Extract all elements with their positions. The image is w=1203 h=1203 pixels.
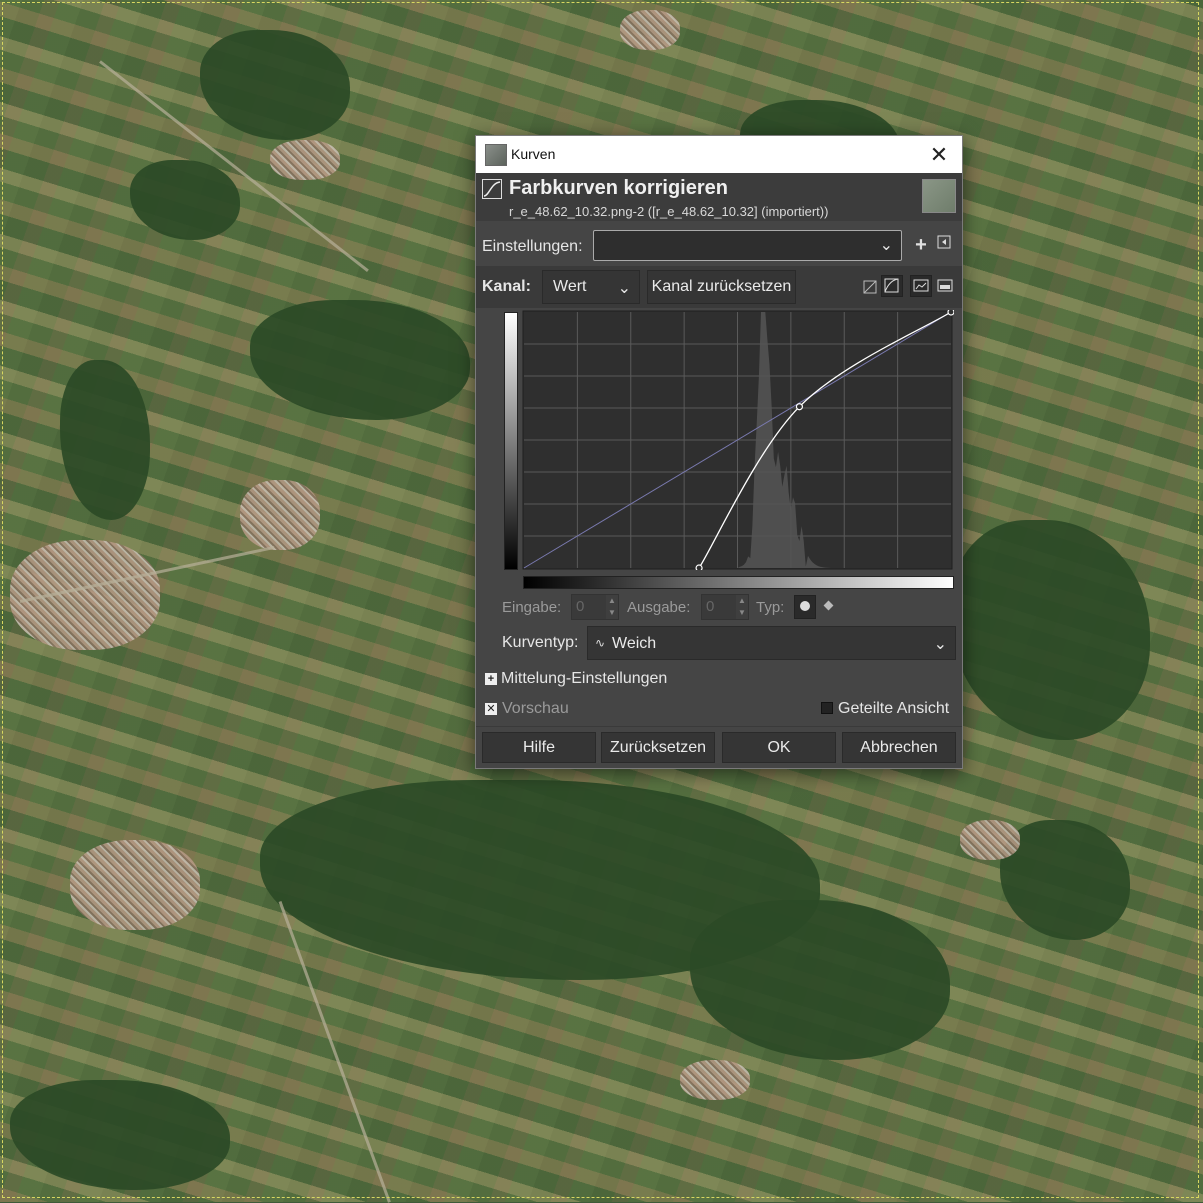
- village: [960, 820, 1020, 860]
- image-name: r_e_48.62_10.32.png-2 ([r_e_48.62_10.32]…: [509, 204, 829, 219]
- curve-type-label: Kurventyp:: [502, 634, 579, 651]
- dialog-heading: Farbkurven korrigieren: [509, 177, 728, 199]
- control-point[interactable]: [947, 310, 954, 316]
- histogram-view-button[interactable]: [935, 276, 957, 298]
- log-histogram-icon: [913, 279, 929, 292]
- linear-histogram-icon: [863, 280, 877, 294]
- chevron-down-icon: ⌄: [879, 237, 893, 254]
- forest-area: [250, 300, 470, 420]
- curve-editor[interactable]: [522, 310, 954, 570]
- preview-label: Vorschau: [502, 700, 569, 717]
- linear-histogram-button[interactable]: [860, 276, 882, 298]
- smooth-curve-icon: ∿: [595, 636, 606, 650]
- reset-button[interactable]: Zurücksetzen: [601, 732, 715, 763]
- spin-arrows-icon[interactable]: ▲ ▼: [736, 595, 748, 619]
- close-button[interactable]: ✕: [916, 136, 962, 173]
- image-thumbnail: [922, 179, 956, 213]
- type-label: Typ:: [756, 599, 785, 616]
- reset-channel-button[interactable]: Kanal zurücksetzen: [647, 270, 796, 304]
- village: [10, 540, 160, 650]
- curves-icon: [482, 179, 502, 199]
- village: [70, 840, 200, 930]
- round-point-icon: [800, 601, 810, 611]
- input-spinner[interactable]: 0 ▲ ▼: [571, 594, 619, 620]
- footer-divider: [476, 726, 962, 727]
- village: [620, 10, 680, 50]
- expand-averaging-icon[interactable]: +: [485, 673, 497, 685]
- forest-area: [10, 1080, 230, 1190]
- chevron-down-icon: ⌄: [617, 280, 631, 297]
- forest-area: [130, 160, 240, 240]
- spin-arrows-icon[interactable]: ▲ ▼: [606, 595, 618, 619]
- corner-point-button[interactable]: [821, 598, 837, 614]
- title-bar[interactable]: Kurven ✕: [476, 136, 962, 173]
- ok-button[interactable]: OK: [722, 732, 836, 763]
- settings-label: Einstellungen:: [482, 238, 583, 255]
- preset-menu-button[interactable]: [933, 234, 955, 256]
- village: [270, 140, 340, 180]
- output-spinner[interactable]: 0 ▲ ▼: [701, 594, 749, 620]
- curves-dialog: Kurven ✕ Farbkurven korrigieren r_e_48.6…: [475, 135, 963, 769]
- plus-icon: +: [915, 234, 927, 256]
- split-view-checkbox[interactable]: [821, 702, 833, 714]
- help-button[interactable]: Hilfe: [482, 732, 596, 763]
- diamond-point-icon: [823, 600, 834, 611]
- control-point[interactable]: [795, 403, 804, 411]
- curve-mode-icon: [884, 278, 899, 293]
- app-icon: [485, 144, 507, 166]
- histogram-icon: [937, 279, 953, 292]
- output-gradient-bar: [504, 312, 518, 570]
- village: [240, 480, 320, 550]
- forest-area: [60, 360, 150, 520]
- preview-checkbox[interactable]: ✕: [485, 703, 497, 715]
- dialog-header: Farbkurven korrigieren r_e_48.62_10.32.p…: [476, 173, 962, 221]
- cancel-button[interactable]: Abbrechen: [842, 732, 956, 763]
- curve-type-value: Weich: [612, 635, 657, 652]
- averaging-settings-label[interactable]: Mittelung-Einstellungen: [501, 670, 667, 688]
- forest-area: [200, 30, 350, 140]
- control-point[interactable]: [695, 564, 703, 570]
- close-icon: ✕: [929, 142, 949, 167]
- split-view-label: Geteilte Ansicht: [838, 700, 950, 717]
- settings-dropdown[interactable]: ⌄: [593, 230, 902, 261]
- chevron-down-icon: ⌄: [933, 636, 947, 653]
- window-title: Kurven: [511, 146, 556, 162]
- input-gradient-bar: [523, 576, 954, 589]
- channel-value: Wert: [553, 278, 587, 295]
- forest-area: [950, 520, 1150, 740]
- forest-area: [690, 900, 950, 1060]
- input-label: Eingabe:: [502, 599, 562, 616]
- log-histogram-button[interactable]: [910, 275, 932, 297]
- village: [680, 1060, 750, 1100]
- curve-mode-button[interactable]: [881, 275, 903, 297]
- add-preset-button[interactable]: +: [910, 234, 932, 256]
- menu-arrow-icon: [937, 235, 951, 249]
- input-value: 0: [576, 598, 585, 615]
- output-value: 0: [706, 598, 715, 615]
- curve-type-dropdown[interactable]: ∿ Weich ⌄: [587, 626, 956, 660]
- smooth-point-button[interactable]: [794, 595, 816, 619]
- channel-dropdown[interactable]: Wert ⌄: [542, 270, 640, 304]
- output-label: Ausgabe:: [627, 599, 691, 616]
- channel-label: Kanal:: [482, 278, 531, 295]
